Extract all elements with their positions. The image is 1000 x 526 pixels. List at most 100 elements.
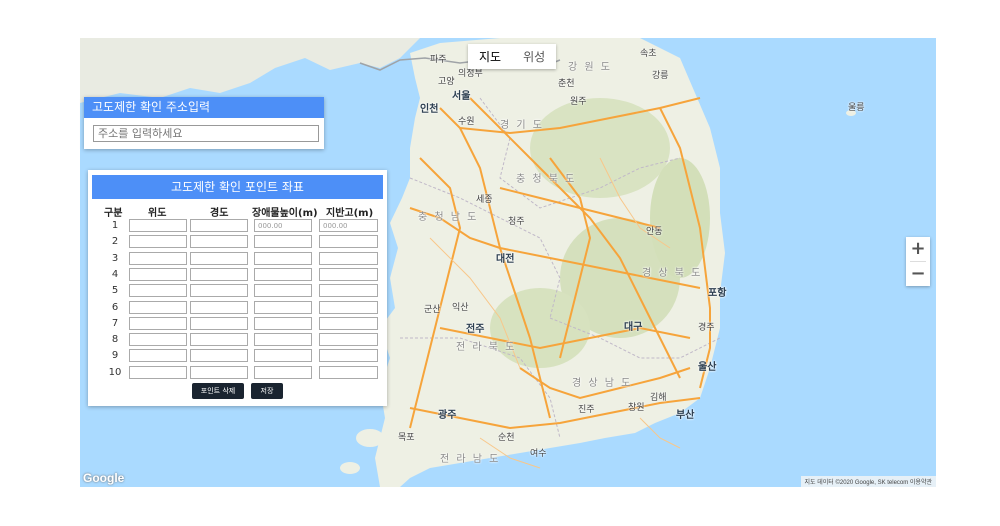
map-label-suwon: 수원 — [458, 117, 475, 127]
map-label-jeonju: 전주 — [466, 324, 485, 335]
map-label-jeonbuk: 전 라 북 도 — [456, 342, 517, 353]
point-row-number: 9 — [111, 350, 119, 362]
longitude-input[interactable] — [190, 333, 248, 347]
map-type-tab-satellite[interactable]: 위성 — [512, 44, 556, 69]
latitude-input[interactable] — [129, 300, 187, 314]
map-attribution[interactable]: 지도 데이터 ©2020 Google, SK telecom 이용약관 — [800, 476, 936, 487]
point-row-number: 5 — [111, 285, 119, 297]
longitude-input[interactable] — [190, 284, 248, 298]
latitude-input[interactable] — [129, 251, 187, 265]
latitude-input[interactable] — [129, 284, 187, 298]
obstacle-height-input[interactable]: 000.00 — [254, 219, 312, 232]
map-label-suncheon: 순천 — [498, 433, 515, 443]
latitude-input[interactable] — [129, 316, 187, 330]
obstacle-height-input[interactable] — [254, 365, 312, 379]
points-panel-title: 고도제한 확인 포인트 좌표 — [92, 175, 383, 199]
map-label-cheongju: 청주 — [508, 217, 525, 227]
map-label-andong: 안동 — [646, 227, 663, 237]
longitude-input[interactable] — [190, 251, 248, 265]
obstacle-height-input[interactable] — [254, 333, 312, 347]
map-label-sejong: 세종 — [476, 195, 493, 205]
point-row-number: 6 — [111, 301, 119, 313]
map-label-gwangju: 광주 — [438, 410, 457, 421]
address-panel-title: 고도제한 확인 주소입력 — [84, 97, 324, 118]
zoom-in-button[interactable]: + — [906, 237, 930, 261]
map-label-seoul: 서울 — [452, 91, 471, 102]
zoom-control: + − — [906, 237, 930, 286]
map-label-gangwon: 강 원 도 — [568, 62, 612, 73]
map-label-gunsan: 군산 — [424, 305, 441, 315]
ground-height-input[interactable] — [319, 267, 378, 281]
latitude-input[interactable] — [129, 235, 187, 249]
map-label-sokcho: 속초 — [640, 49, 657, 59]
map-label-pohang: 포항 — [708, 288, 727, 299]
point-row-number: 4 — [111, 268, 119, 280]
longitude-input[interactable] — [190, 267, 248, 281]
map-label-jinju: 진주 — [578, 405, 595, 415]
map-label-gimhae: 김해 — [650, 393, 667, 403]
address-panel: 고도제한 확인 주소입력 — [84, 97, 324, 149]
google-logo: Google — [83, 471, 125, 485]
latitude-input[interactable] — [129, 349, 187, 363]
point-row: 8 — [88, 333, 387, 349]
obstacle-height-input[interactable] — [254, 251, 312, 265]
obstacle-height-input[interactable] — [254, 284, 312, 298]
ground-height-input[interactable] — [319, 316, 378, 330]
ground-height-input[interactable]: 000.00 — [319, 219, 378, 232]
obstacle-height-input[interactable] — [254, 349, 312, 363]
longitude-input[interactable] — [190, 349, 248, 363]
header-obstacle-height: 장애물높이(m) — [252, 208, 318, 219]
address-input[interactable] — [93, 125, 319, 142]
latitude-input[interactable] — [129, 333, 187, 347]
obstacle-height-input[interactable] — [254, 235, 312, 249]
map-label-chungnam: 충 청 남 도 — [418, 212, 479, 223]
ground-height-input[interactable] — [319, 300, 378, 314]
map-label-jeonnam: 전 라 남 도 — [440, 454, 501, 465]
map-label-daegu: 대구 — [624, 322, 643, 333]
point-row: 5 — [88, 284, 387, 300]
points-panel: 고도제한 확인 포인트 좌표 구분 위도 경도 장애물높이(m) 지반고(m) … — [88, 170, 387, 406]
map-label-chuncheon: 춘천 — [558, 79, 575, 89]
obstacle-height-input[interactable] — [254, 267, 312, 281]
obstacle-height-input[interactable] — [254, 316, 312, 330]
save-button[interactable]: 저장 — [251, 383, 283, 399]
point-row: 3 — [88, 251, 387, 268]
point-row: 6 — [88, 300, 387, 317]
point-row: 2 — [88, 235, 387, 251]
longitude-input[interactable] — [190, 365, 248, 379]
point-row: 4 — [88, 267, 387, 284]
ground-height-input[interactable] — [319, 365, 378, 379]
ground-height-input[interactable] — [319, 349, 378, 363]
map-label-gangneung: 강릉 — [652, 71, 669, 81]
longitude-input[interactable] — [190, 316, 248, 330]
zoom-out-button[interactable]: − — [906, 262, 930, 286]
ground-height-input[interactable] — [319, 251, 378, 265]
obstacle-height-input[interactable] — [254, 300, 312, 314]
map-label-gyeongnam: 경 상 남 도 — [572, 378, 633, 389]
longitude-input[interactable] — [190, 219, 248, 232]
latitude-input[interactable] — [129, 219, 187, 232]
point-row: 7 — [88, 316, 387, 333]
map-label-daejeon: 대전 — [496, 254, 515, 265]
header-longitude: 경도 — [210, 208, 229, 219]
map-label-iksan: 익산 — [452, 303, 469, 313]
longitude-input[interactable] — [190, 300, 248, 314]
point-row-number: 1 — [111, 220, 119, 231]
ground-height-input[interactable] — [319, 333, 378, 347]
header-no: 구분 — [104, 208, 123, 219]
map-type-tab-map[interactable]: 지도 — [468, 44, 512, 69]
latitude-input[interactable] — [129, 267, 187, 281]
map-label-gyeonggi: 경 기 도 — [500, 120, 544, 131]
ground-height-input[interactable] — [319, 235, 378, 249]
map-label-gyeongbuk: 경 상 북 도 — [642, 268, 703, 279]
point-row-number: 7 — [111, 317, 119, 329]
map-label-yeosu: 여수 — [530, 449, 547, 459]
delete-points-button[interactable]: 포인트 삭제 — [192, 383, 244, 399]
longitude-input[interactable] — [190, 235, 248, 249]
latitude-input[interactable] — [129, 365, 187, 379]
map-label-ulsan: 울산 — [698, 362, 717, 373]
map-label-goyang: 고양 — [438, 77, 455, 87]
map-label-paju: 파주 — [430, 55, 447, 65]
ground-height-input[interactable] — [319, 284, 378, 298]
map-label-mokpo: 목포 — [398, 433, 415, 443]
